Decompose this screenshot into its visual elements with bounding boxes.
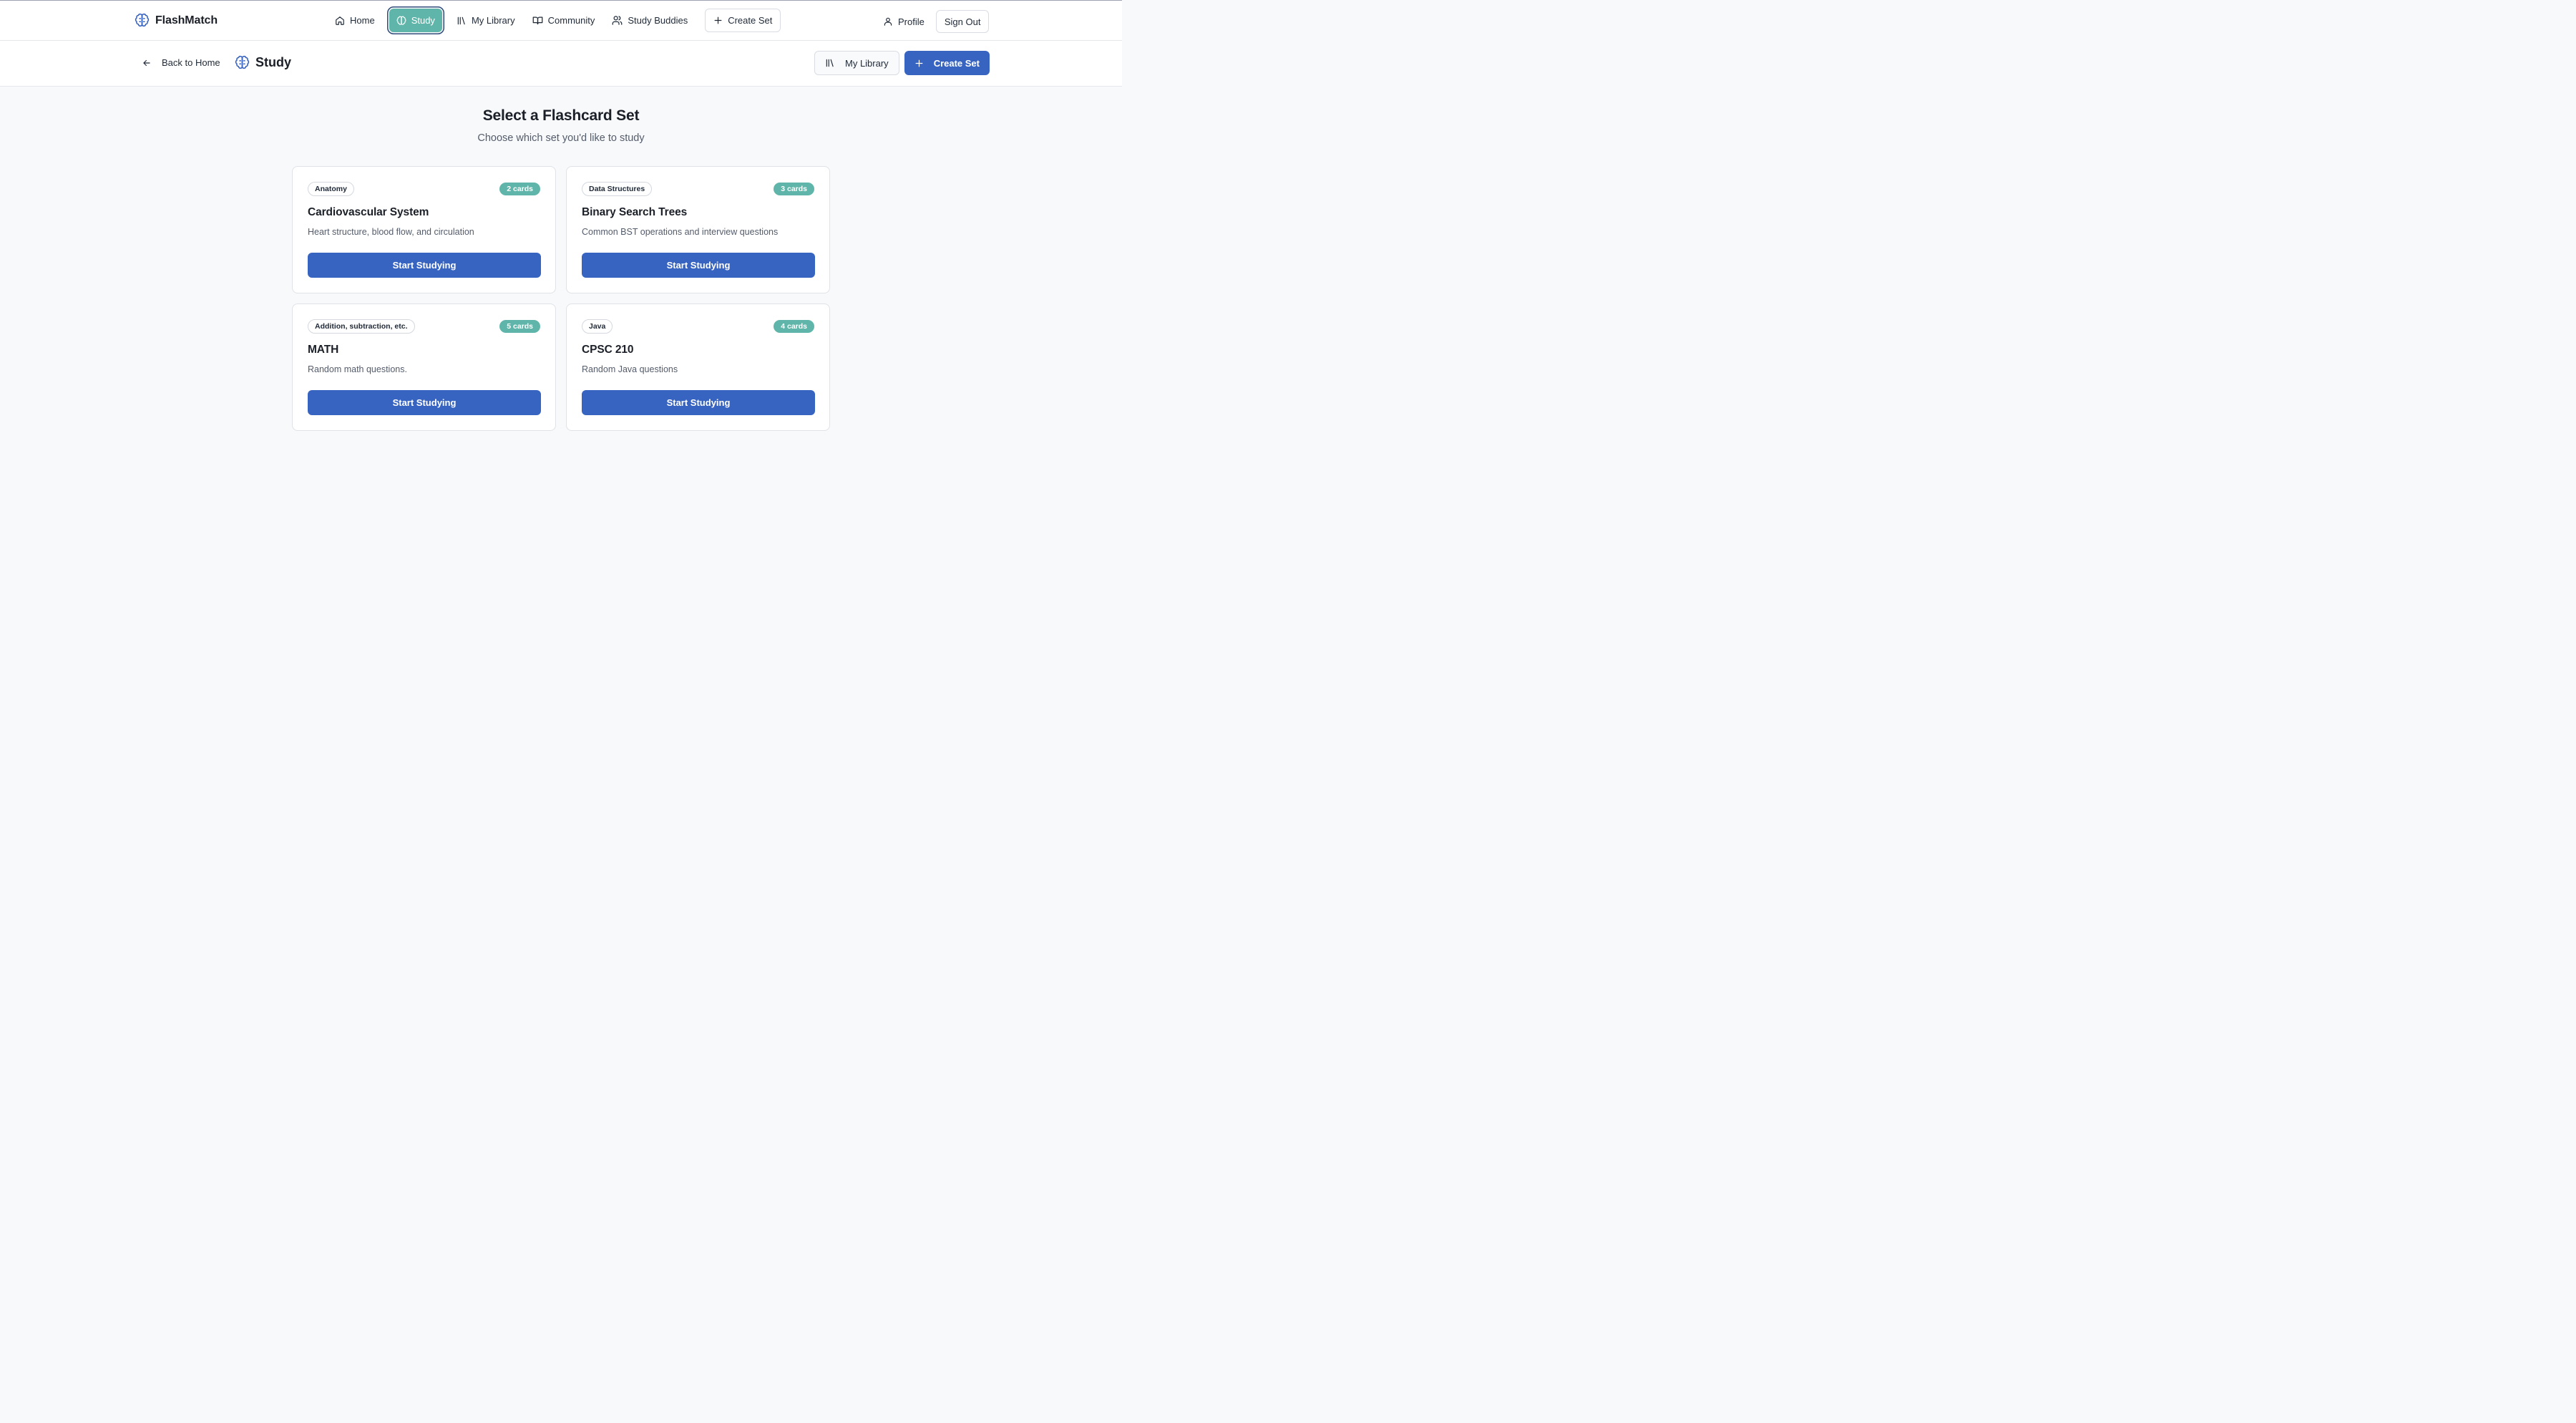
start-studying-button[interactable]: Start Studying xyxy=(308,390,541,415)
flashcard-set-card: Java 4 cards CPSC 210 Random Java questi… xyxy=(566,303,830,431)
brand[interactable]: FlashMatch xyxy=(135,13,218,28)
profile-link[interactable]: Profile xyxy=(877,10,930,33)
nav-create-set-button[interactable]: Create Set xyxy=(705,9,781,32)
my-library-label: My Library xyxy=(845,57,889,69)
category-tag: Anatomy xyxy=(308,182,354,196)
set-description: Random Java questions xyxy=(582,364,678,374)
category-tag: Addition, subtraction, etc. xyxy=(308,319,415,334)
section-subtitle: Choose which set you'd like to study xyxy=(477,132,645,144)
brain-logo-icon xyxy=(135,13,150,28)
set-title: CPSC 210 xyxy=(582,344,634,356)
start-studying-button[interactable]: Start Studying xyxy=(582,390,815,415)
section-title: Select a Flashcard Set xyxy=(482,107,640,124)
sign-out-button[interactable]: Sign Out xyxy=(935,10,990,33)
set-description: Heart structure, blood flow, and circula… xyxy=(308,227,474,237)
back-to-home-link[interactable]: Back to Home xyxy=(142,57,220,68)
nav-study-buddies[interactable]: Study Buddies xyxy=(605,9,695,32)
plus-icon xyxy=(914,59,924,68)
sub-header: Back to Home Study My Library Create Set xyxy=(0,41,1122,87)
nav-community-label: Community xyxy=(547,15,595,26)
nav-study[interactable]: Study xyxy=(389,9,442,32)
page-title: Study xyxy=(235,55,291,70)
set-description: Common BST operations and interview ques… xyxy=(582,227,779,237)
set-title: MATH xyxy=(308,344,339,356)
brain-icon xyxy=(396,16,406,26)
set-description: Random math questions. xyxy=(308,364,407,374)
book-icon xyxy=(532,15,543,26)
brand-name: FlashMatch xyxy=(155,14,218,26)
start-studying-button[interactable]: Start Studying xyxy=(308,253,541,278)
nav-library[interactable]: My Library xyxy=(449,9,522,32)
sub-header-actions: My Library Create Set xyxy=(814,51,990,75)
sign-out-label: Sign Out xyxy=(944,16,981,27)
user-icon xyxy=(883,16,893,26)
card-count-badge: 2 cards xyxy=(499,183,540,195)
nav-library-label: My Library xyxy=(471,15,515,26)
nav-home[interactable]: Home xyxy=(328,9,382,32)
set-title: Cardiovascular System xyxy=(308,206,429,218)
home-icon xyxy=(335,16,345,26)
plus-icon xyxy=(713,16,723,25)
nav-create-set-label: Create Set xyxy=(728,15,773,26)
library-icon xyxy=(457,16,467,26)
main-nav: Home Study My Library Community Study Bu… xyxy=(328,9,781,32)
account-nav: Profile Sign Out xyxy=(877,10,990,33)
create-set-button[interactable]: Create Set xyxy=(904,51,990,75)
back-to-home-label: Back to Home xyxy=(162,57,220,68)
card-count-badge: 4 cards xyxy=(774,320,814,333)
library-icon xyxy=(825,58,835,68)
card-count-badge: 5 cards xyxy=(499,320,540,333)
nav-home-label: Home xyxy=(350,15,375,26)
category-tag: Java xyxy=(582,319,613,334)
flashcard-set-card: Data Structures 3 cards Binary Search Tr… xyxy=(566,166,830,293)
create-set-label: Create Set xyxy=(933,57,980,69)
main-heading: Select a Flashcard Set Choose which set … xyxy=(0,107,1122,144)
profile-label: Profile xyxy=(898,16,924,27)
page-title-text: Study xyxy=(255,55,292,69)
my-library-button[interactable]: My Library xyxy=(814,51,899,75)
nav-community[interactable]: Community xyxy=(525,9,602,32)
flashcard-set-card: Addition, subtraction, etc. 5 cards MATH… xyxy=(292,303,556,431)
brain-icon xyxy=(235,55,250,70)
flashcard-set-card: Anatomy 2 cards Cardiovascular System He… xyxy=(292,166,556,293)
users-icon xyxy=(612,15,623,26)
nav-study-buddies-label: Study Buddies xyxy=(628,15,688,26)
top-navbar: FlashMatch Home Study My Library Communi… xyxy=(0,0,1122,41)
nav-study-label: Study xyxy=(411,15,435,26)
arrow-left-icon xyxy=(142,58,152,68)
card-count-badge: 3 cards xyxy=(774,183,814,195)
category-tag: Data Structures xyxy=(582,182,653,196)
start-studying-button[interactable]: Start Studying xyxy=(582,253,815,278)
set-title: Binary Search Trees xyxy=(582,206,688,218)
